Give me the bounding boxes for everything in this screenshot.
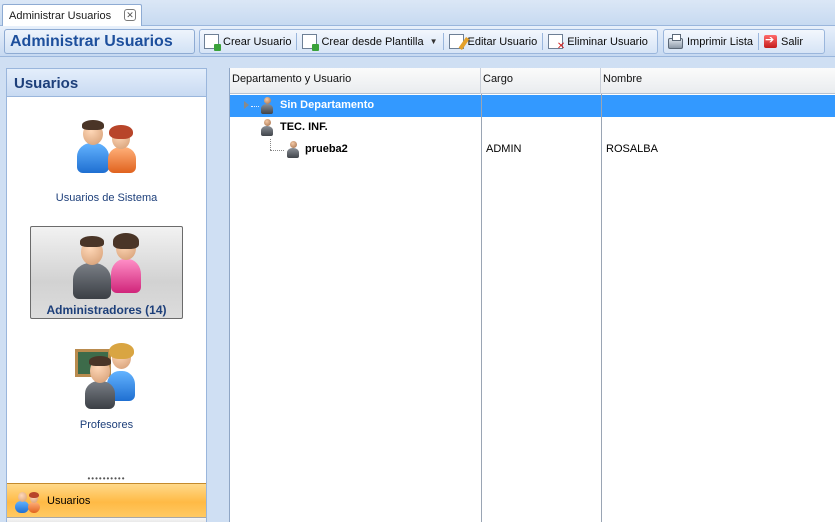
edit-user-label: Editar Usuario: [467, 35, 538, 48]
tree-row[interactable]: prueba2 ADMIN ROSALBA: [230, 139, 835, 161]
page-title: Administrar Usuarios: [4, 29, 195, 54]
exit-icon: [764, 33, 778, 48]
create-from-template-button[interactable]: Crear desde Plantilla ▼: [298, 30, 441, 53]
sidebar-item-label: Usuarios de Sistema: [55, 192, 158, 204]
print-list-button[interactable]: Imprimir Lista: [664, 30, 757, 53]
tab-label: Administrar Usuarios: [9, 10, 112, 22]
edit-user-button[interactable]: Editar Usuario: [445, 30, 542, 53]
users-icon: [13, 489, 43, 513]
row-user-name: prueba2: [305, 143, 348, 155]
splitter-grip[interactable]: ••••••••••: [7, 474, 206, 483]
row-cargo: ADMIN: [486, 143, 522, 155]
administrators-icon: [67, 229, 147, 299]
create-from-template-label: Crear desde Plantilla: [321, 35, 424, 48]
user-icon: [287, 141, 299, 159]
column-header-nombre[interactable]: Nombre: [601, 68, 835, 94]
printer-icon: [668, 33, 683, 49]
nav-button-users[interactable]: Usuarios: [7, 483, 206, 517]
create-user-label: Crear Usuario: [223, 35, 292, 48]
sidebar-header: Usuarios: [7, 69, 206, 97]
delete-user-button[interactable]: Eliminar Usuario: [544, 30, 652, 53]
nav-button-secondary[interactable]: [7, 517, 206, 522]
sidebar-item-teachers[interactable]: Profesores: [30, 339, 183, 431]
sidebar-item-label: Administradores (14): [46, 303, 167, 317]
toolbar-separator: [758, 33, 760, 50]
print-list-label: Imprimir Lista: [687, 35, 754, 48]
column-header-department[interactable]: Departamento y Usuario: [230, 68, 481, 94]
user-group-icon: [261, 119, 273, 137]
sidebar-item-system-users[interactable]: Usuarios de Sistema: [30, 115, 183, 207]
row-nombre: ROSALBA: [606, 143, 658, 155]
users-tree-grid: Departamento y Usuario Cargo Nombre Sin …: [229, 68, 835, 522]
delete-user-label: Eliminar Usuario: [567, 35, 648, 48]
document-tabstrip: Administrar Usuarios ✕: [0, 0, 835, 26]
tab-administrar-usuarios[interactable]: Administrar Usuarios ✕: [2, 4, 142, 26]
template-document-icon: [302, 34, 320, 51]
edit-icon: [448, 34, 464, 49]
create-user-button[interactable]: Crear Usuario: [200, 30, 295, 53]
users-icon: [67, 115, 147, 175]
close-icon[interactable]: ✕: [124, 9, 136, 21]
teachers-icon: [67, 339, 147, 411]
column-divider: [481, 94, 482, 522]
row-department-name: Sin Departamento: [280, 99, 375, 111]
toolbar-separator: [442, 33, 444, 50]
chevron-down-icon[interactable]: ▼: [430, 37, 438, 46]
toolbar-separator: [542, 33, 544, 50]
sidebar-item-label: Profesores: [79, 419, 134, 431]
toolbar-user-actions: Crear Usuario Crear desde Plantilla ▼ Ed…: [199, 29, 658, 54]
exit-button[interactable]: Salir: [760, 30, 807, 53]
sidebar-item-administrators[interactable]: Administradores (14): [30, 226, 183, 319]
row-department-name: TEC. INF.: [280, 121, 328, 133]
tree-row[interactable]: TEC. INF.: [230, 117, 835, 139]
toolbar: Administrar Usuarios Crear Usuario Crear…: [0, 26, 835, 57]
delete-icon: [548, 34, 565, 52]
users-sidebar: Usuarios Usuarios de Sistema Administrad…: [6, 68, 207, 522]
new-document-icon: [204, 34, 221, 51]
exit-label: Salir: [781, 35, 804, 48]
nav-button-label: Usuarios: [47, 494, 91, 507]
toolbar-misc-actions: Imprimir Lista Salir: [663, 29, 825, 54]
tree-row[interactable]: Sin Departamento: [230, 95, 835, 117]
grid-header: Departamento y Usuario Cargo Nombre: [230, 68, 835, 94]
toolbar-separator: [296, 33, 298, 50]
user-group-icon: [261, 97, 273, 115]
column-header-cargo[interactable]: Cargo: [481, 68, 601, 94]
expand-icon[interactable]: [244, 101, 249, 109]
column-divider: [601, 94, 602, 522]
